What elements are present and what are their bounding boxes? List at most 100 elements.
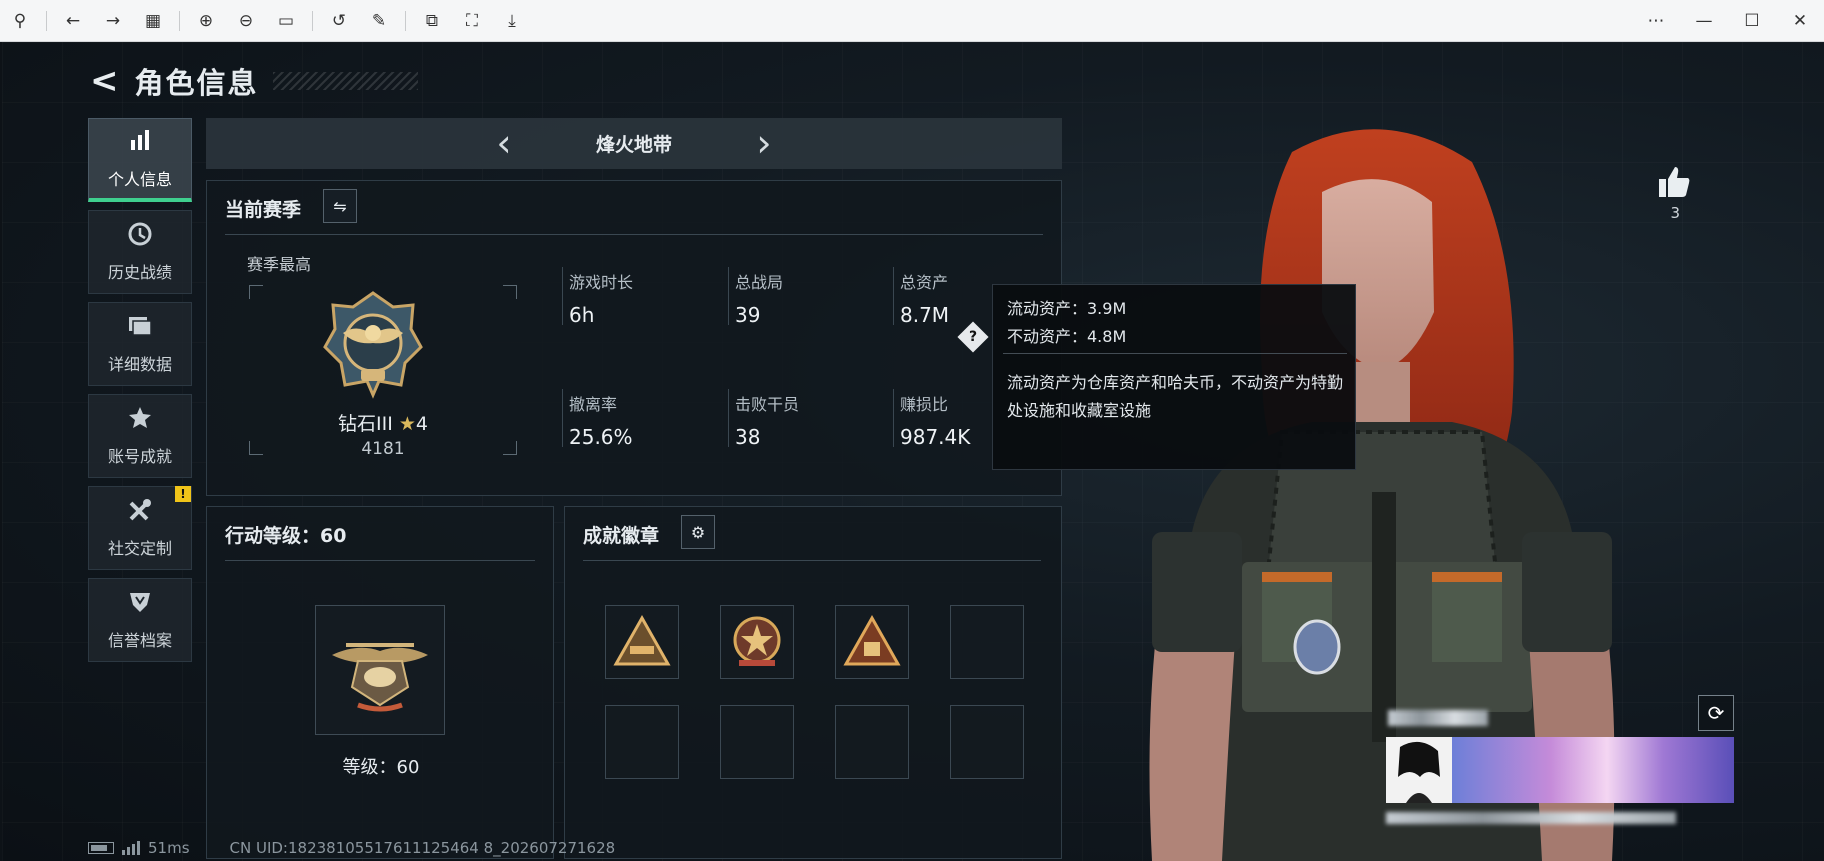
more-icon[interactable]: ⋯	[1632, 0, 1680, 42]
viewer-titlebar: ⚲ ← → ▦ ⊕ ⊖ ▭ ↺ ✎ ⧉ ⛶ ⤓ ⋯ — ☐ ✕	[0, 0, 1824, 42]
crop-icon[interactable]: ⛶	[452, 0, 492, 42]
player-banner	[1452, 737, 1734, 803]
stat-divider	[893, 389, 894, 447]
action-level-panel: 行动等级：60 等级：60	[206, 506, 554, 859]
badge-slot[interactable]	[605, 605, 679, 679]
supply-badge-icon	[843, 614, 901, 666]
stat-label: 总资产	[900, 273, 949, 292]
stat-extraction-rate: 撤离率 25.6%	[569, 391, 633, 449]
level-emblem-frame	[315, 605, 445, 735]
medal-icon	[127, 405, 153, 437]
grid-icon[interactable]: ▦	[133, 0, 173, 42]
bar-chart-icon	[128, 128, 152, 160]
sidebar-item-detailed-data[interactable]: 详细数据	[88, 302, 192, 386]
achievement-badges-panel: 成就徽章 ⚙	[564, 506, 1062, 859]
stat-profit-loss-ratio: 赚损比 987.4K	[900, 391, 970, 449]
fit-icon[interactable]: ▭	[266, 0, 306, 42]
signal-icon	[122, 841, 140, 855]
stat-value: 38	[735, 425, 761, 449]
edit-icon[interactable]: ✎	[359, 0, 399, 42]
maximize-icon[interactable]: ☐	[1728, 0, 1776, 42]
back-arrow-icon[interactable]: ←	[53, 0, 93, 42]
zoom-in-icon[interactable]: ⊕	[186, 0, 226, 42]
sidebar-item-history[interactable]: 历史战绩	[88, 210, 192, 294]
stat-value: 25.6%	[569, 425, 633, 449]
badge-slot-empty[interactable]	[950, 705, 1024, 779]
sidebar-item-reputation[interactable]: 信誉档案	[88, 578, 192, 662]
close-icon[interactable]: ✕	[1776, 0, 1824, 42]
save-icon[interactable]: ⤓	[492, 0, 532, 42]
swap-season-button[interactable]: ⇋	[323, 189, 357, 223]
status-footer: 51ms CN UID:18238105517611125464 8_20260…	[88, 839, 615, 857]
star-badge-icon	[733, 616, 781, 666]
stat-operators-defeated: 击败干员 38	[735, 391, 799, 449]
sidebar-item-personal-info[interactable]: 个人信息	[88, 118, 192, 202]
badge-slot[interactable]	[835, 605, 909, 679]
stat-divider	[562, 389, 563, 447]
toolbar-separator	[46, 10, 47, 31]
thumbs-up-icon[interactable]	[1656, 164, 1692, 209]
assets-note: 流动资产为仓库资产和哈夫币，不动资产为特勤处设施和收藏室设施	[1007, 373, 1344, 420]
stat-label: 赚损比	[900, 395, 949, 414]
sidebar-item-label: 账号成就	[107, 447, 172, 466]
stat-value: 6h	[569, 303, 595, 327]
warning-badge: !	[175, 486, 191, 502]
mode-next-icon[interactable]: ›	[734, 118, 794, 169]
rotate-icon[interactable]: ↺	[319, 0, 359, 42]
helicopter-emblem-icon	[332, 643, 428, 712]
game-screen: < 角色信息 个人信息 历史战绩 详细数据 账号成就 ! 社交定制 信誉档案 ‹…	[2, 42, 1824, 861]
badge-slot-empty[interactable]	[605, 705, 679, 779]
tooltip-divider	[1003, 353, 1347, 354]
back-icon[interactable]: <	[90, 64, 119, 98]
tools-icon	[127, 497, 153, 529]
rank-name: 钻石III	[338, 413, 393, 435]
copy-icon[interactable]: ⧉	[412, 0, 452, 42]
season-title: 当前赛季	[225, 199, 302, 221]
frame-corner	[503, 285, 517, 299]
player-card[interactable]	[1386, 737, 1734, 803]
badge-slot-empty[interactable]	[720, 705, 794, 779]
sidebar-item-label: 详细数据	[107, 355, 172, 374]
stat-divider	[893, 267, 894, 325]
stat-play-time: 游戏时长 6h	[569, 269, 633, 327]
rank-emblem-icon	[321, 289, 425, 399]
sidebar-item-label: 历史战绩	[107, 263, 172, 282]
stat-label: 击败干员	[735, 395, 800, 414]
stat-total-matches: 总战局 39	[735, 269, 783, 327]
badge-slot-empty[interactable]	[835, 705, 909, 779]
player-uid: CN UID:18238105517611125464 8_2026072716…	[229, 839, 616, 857]
zoom-out-icon[interactable]: ⊖	[226, 0, 266, 42]
player-name-blurred	[1388, 710, 1488, 726]
mode-prev-icon[interactable]: ‹	[474, 118, 534, 169]
stat-total-assets: 总资产 8.7M	[900, 269, 949, 327]
divider	[225, 560, 535, 561]
divider	[583, 560, 1041, 561]
pin-icon[interactable]: ⚲	[0, 0, 40, 42]
sidebar-item-social[interactable]: ! 社交定制	[88, 486, 192, 570]
stat-label: 游戏时长	[569, 273, 634, 292]
mode-selector: ‹ 烽火地带 ›	[206, 118, 1062, 169]
minimize-icon[interactable]: —	[1680, 0, 1728, 42]
shield-icon	[127, 589, 153, 621]
fixed-assets: 不动资产：4.8M	[1007, 327, 1127, 346]
page-title: 角色信息	[134, 66, 259, 100]
folder-icon	[127, 313, 153, 345]
badge-slot[interactable]	[720, 605, 794, 679]
sidebar-item-achievements[interactable]: 账号成就	[88, 394, 192, 478]
refresh-icon[interactable]: ⟳	[1698, 695, 1734, 731]
player-info-blurred	[1386, 812, 1676, 824]
badge-slot-empty[interactable]	[950, 605, 1024, 679]
sidebar-item-label: 社交定制	[107, 539, 172, 558]
mode-name: 烽火地带	[595, 134, 672, 156]
badges-title: 成就徽章	[583, 525, 660, 547]
season-best-label: 赛季最高	[247, 255, 312, 274]
badge-settings-button[interactable]: ⚙	[681, 515, 715, 549]
forward-arrow-icon[interactable]: →	[93, 0, 133, 42]
header-hatch-decoration	[272, 72, 418, 90]
level-text: 等级：60	[342, 757, 420, 778]
frame-corner	[249, 285, 263, 299]
star-icon: ★	[398, 413, 416, 435]
help-icon[interactable]: ?	[957, 321, 989, 353]
toolbar-separator	[405, 10, 406, 31]
clock-icon	[127, 221, 153, 253]
